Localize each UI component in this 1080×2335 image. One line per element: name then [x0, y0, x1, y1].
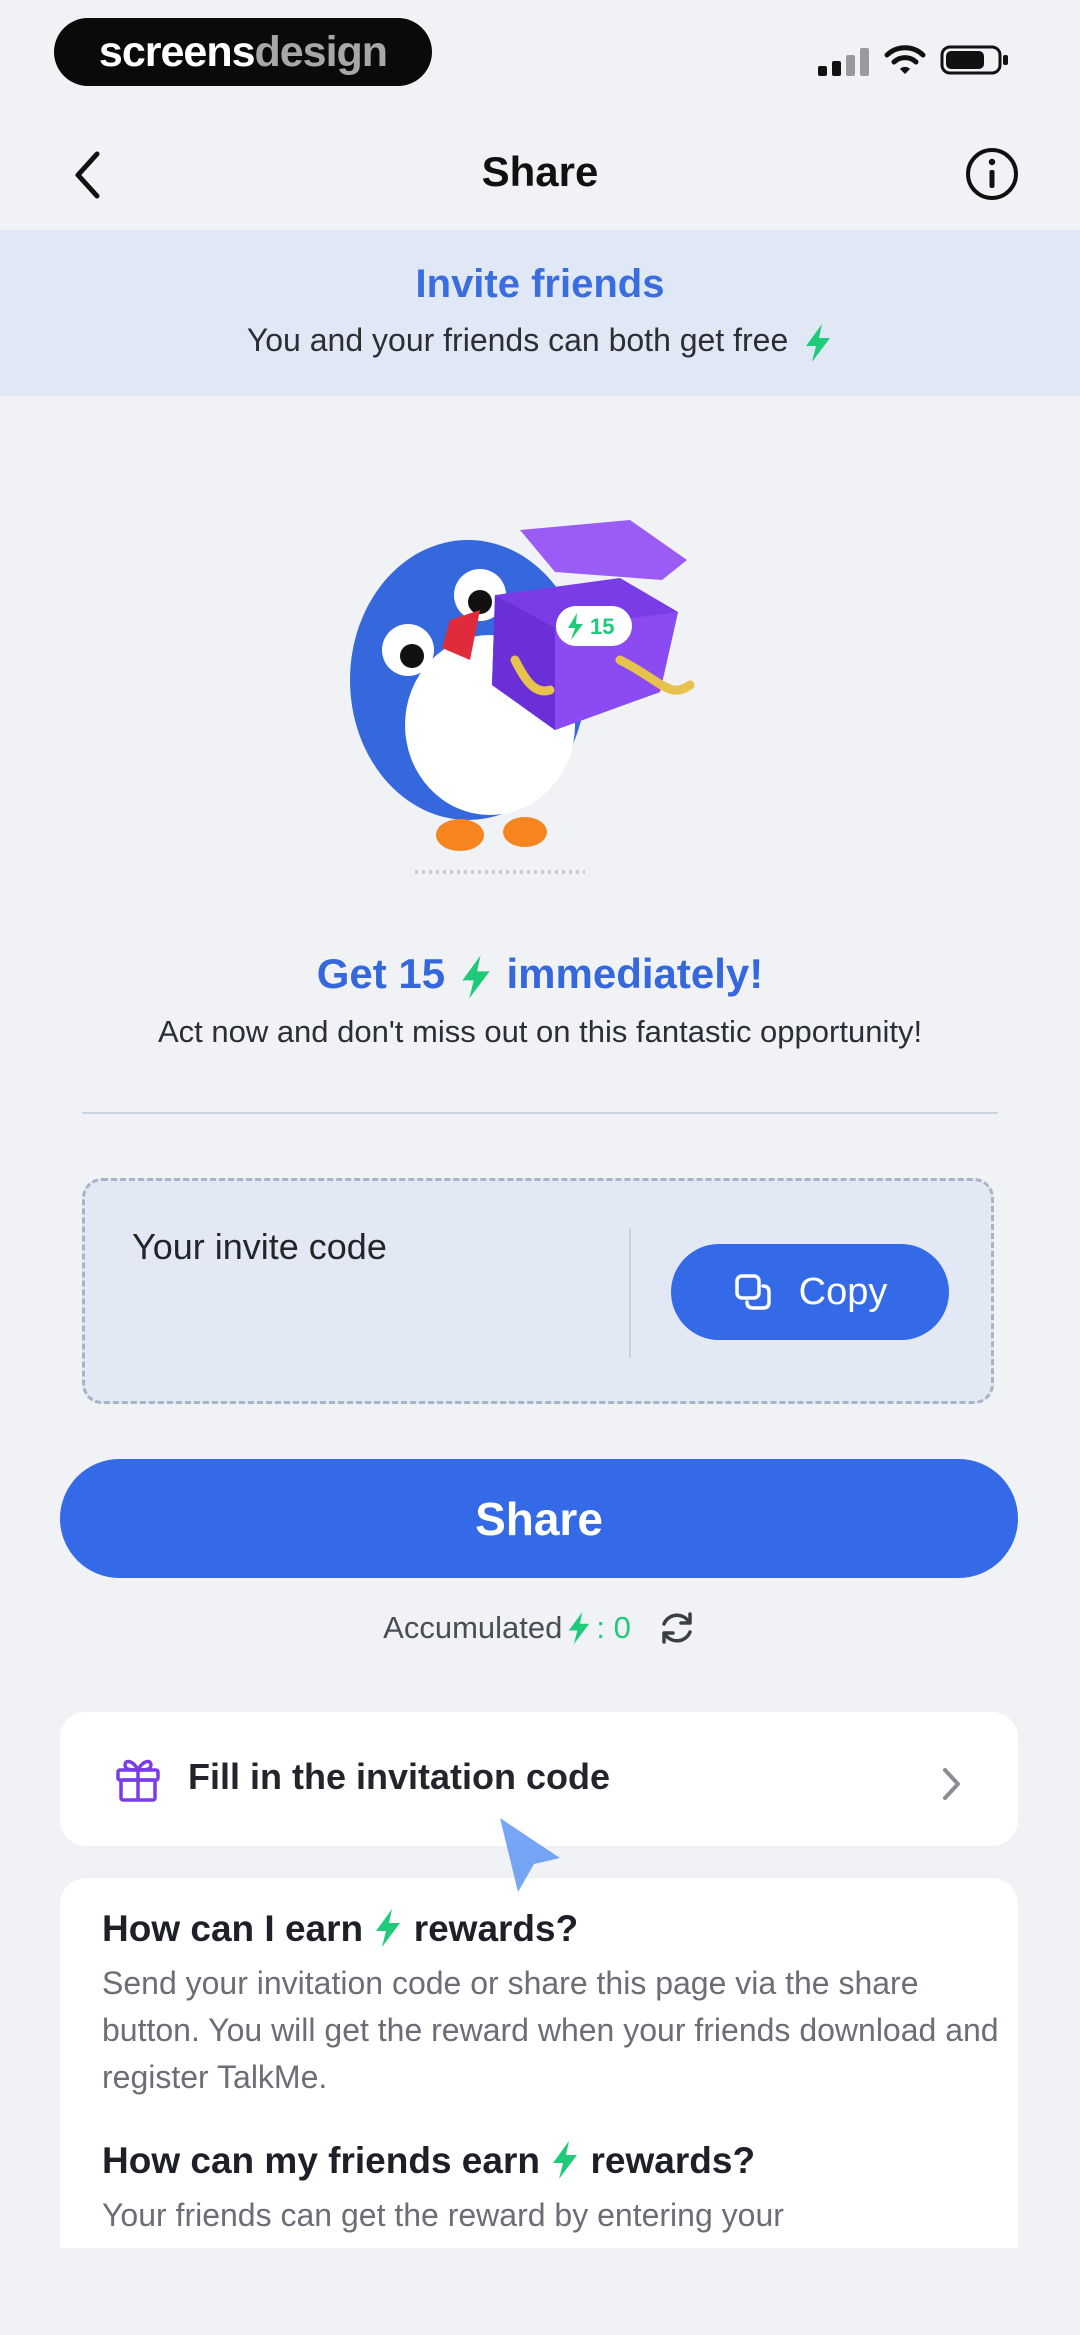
invite-code-separator	[629, 1228, 631, 1358]
lightning-bolt-icon	[569, 1611, 590, 1645]
accumulated-row: Accumulated : 0	[0, 1608, 1080, 1648]
promo-title-suffix: immediately!	[506, 950, 764, 997]
banner-subtitle: You and your friends can both get free	[0, 322, 1080, 363]
faq-question-2: How can my friends earn rewards?	[102, 2140, 755, 2182]
banner-subtitle-text: You and your friends can both get free	[246, 322, 789, 358]
info-circle-icon[interactable]	[964, 146, 1020, 202]
gift-badge-count: 15	[590, 614, 614, 639]
pointer-cursor-icon	[500, 1818, 560, 1892]
gift-icon	[116, 1759, 160, 1802]
accumulated-label: Accumulated	[383, 1610, 563, 1645]
invite-banner	[0, 230, 1080, 396]
promo-title: Get 15 immediately!	[0, 950, 1080, 1000]
share-button[interactable]: Share	[60, 1459, 1018, 1578]
copy-button-label: Copy	[798, 1270, 888, 1313]
accumulated-value: : 0	[596, 1610, 631, 1645]
promo-title-prefix: Get 15	[316, 950, 446, 997]
lightning-bolt-icon	[462, 955, 490, 999]
faq-question-2-prefix: How can my friends earn	[102, 2140, 540, 2181]
refresh-icon[interactable]	[657, 1608, 697, 1648]
wifi-icon	[884, 45, 926, 74]
penguin-gift-illustration: 15	[350, 520, 695, 874]
copy-icon	[734, 1274, 771, 1310]
cellular-signal-icon	[818, 46, 870, 76]
faq-question-1-suffix: rewards?	[413, 1908, 579, 1949]
lightning-bolt-icon	[376, 1909, 401, 1948]
divider	[82, 1112, 998, 1114]
fill-invitation-code-label: Fill in the invitation code	[188, 1756, 611, 1797]
lightning-bolt-icon	[806, 323, 831, 362]
faq-answer-2: Your friends can get the reward by enter…	[102, 2197, 784, 2233]
page-title: Share	[481, 148, 599, 195]
faq-card: How can I earn rewards? Send your invita…	[60, 1878, 1018, 2248]
battery-icon	[940, 45, 1008, 75]
banner-title: Invite friends	[415, 262, 665, 306]
invite-code-label: Your invite code	[132, 1226, 387, 1267]
faq-question-1-prefix: How can I earn	[102, 1908, 364, 1949]
faq-answer-1: Send your invitation code or share this …	[102, 1965, 999, 2095]
lightning-bolt-icon	[553, 2141, 578, 2180]
screensdesign-logo: screens design	[54, 18, 432, 86]
faq-question-2-suffix: rewards?	[590, 2140, 756, 2181]
copy-button[interactable]: Copy	[671, 1244, 949, 1340]
promo-subtitle: Act now and don't miss out on this fanta…	[157, 1014, 923, 1049]
faq-question-1: How can I earn rewards?	[102, 1908, 578, 1950]
chevron-right-icon	[943, 1768, 960, 1800]
